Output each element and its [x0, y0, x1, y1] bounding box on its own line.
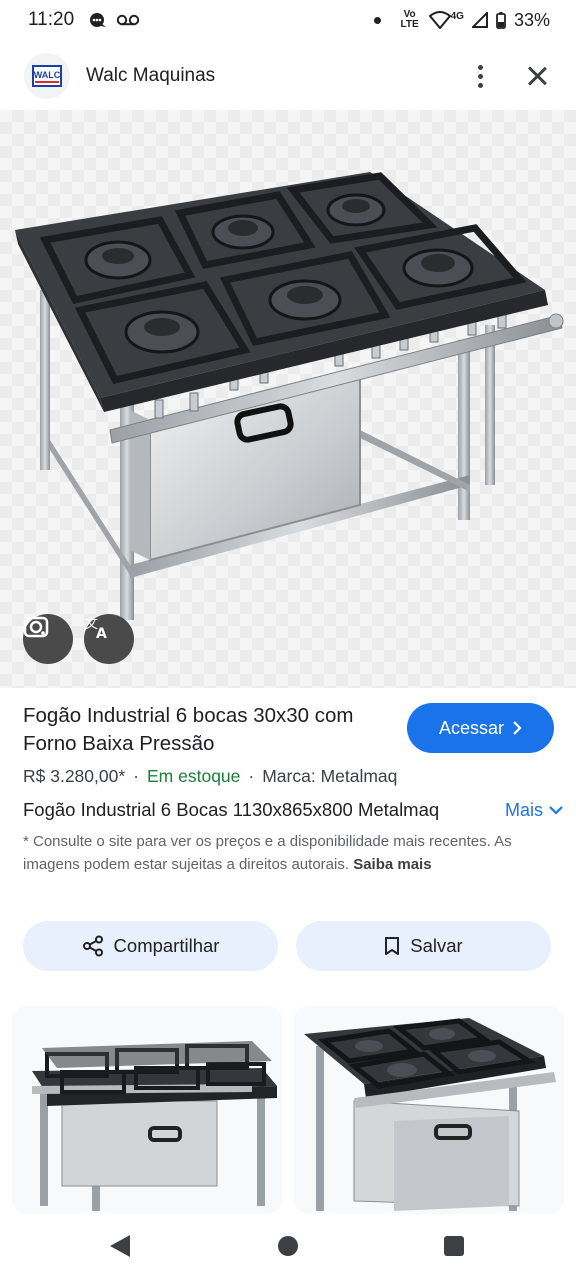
back-icon[interactable]	[110, 1235, 130, 1257]
status-bar: 11:20 Vo LTE 4G 33%	[0, 0, 576, 40]
price: R$ 3.280,00*	[23, 766, 126, 786]
google-lens-button[interactable]	[23, 614, 73, 664]
stock-status: Em estoque	[147, 766, 241, 786]
wifi-icon	[428, 11, 451, 29]
share-icon	[82, 935, 103, 957]
save-label: Salvar	[410, 935, 463, 956]
visit-button[interactable]: Acessar	[407, 703, 554, 753]
more-label: Mais	[504, 799, 543, 820]
home-icon[interactable]	[278, 1236, 298, 1256]
stove-illustration	[15, 172, 564, 620]
product-description: Fogão Industrial 6 Bocas 1130x865x800 Me…	[23, 799, 440, 820]
system-nav-bar	[0, 1214, 576, 1280]
site-logo[interactable]: WALC	[24, 53, 70, 99]
site-name[interactable]: Walc Maquinas	[86, 65, 215, 87]
bookmark-icon	[385, 937, 400, 955]
lens-icon	[23, 616, 49, 638]
product-title[interactable]: Fogão Industrial 6 bocas 30x30 com Forno…	[23, 702, 383, 758]
signal-icon	[471, 12, 488, 28]
translate-button[interactable]: 文A	[84, 614, 134, 664]
save-button[interactable]: Salvar	[296, 921, 551, 971]
network-type: 4G	[450, 10, 464, 22]
chevron-down-icon	[549, 806, 563, 815]
translate-icon: 文A	[85, 617, 107, 640]
site-logo-text: WALC	[33, 69, 61, 80]
learn-more-link[interactable]: Saiba mais	[353, 856, 431, 873]
visit-button-label: Acessar	[438, 717, 505, 738]
more-options-icon[interactable]	[468, 61, 492, 91]
clock: 11:20	[28, 9, 75, 30]
volte-indicator: Vo LTE	[400, 9, 419, 30]
product-meta: R$ 3.280,00* · Em estoque · Marca: Metal…	[23, 766, 398, 786]
chevron-right-icon	[513, 721, 522, 735]
recents-icon[interactable]	[444, 1236, 464, 1256]
related-image-1[interactable]	[12, 1006, 282, 1214]
voicemail-icon	[116, 14, 140, 26]
related-stove-illustration-2	[304, 1018, 556, 1211]
share-button[interactable]: Compartilhar	[23, 921, 278, 971]
brand: Marca: Metalmaq	[262, 766, 398, 786]
battery-percent: 33%	[513, 9, 550, 30]
battery-icon	[496, 11, 506, 29]
related-stove-illustration	[32, 1041, 277, 1211]
product-image[interactable]: 文A	[0, 110, 576, 688]
related-image-2[interactable]	[294, 1006, 564, 1214]
more-button[interactable]: Mais	[505, 800, 563, 821]
disclaimer-text: * Consulte o site para ver os preços e a…	[23, 833, 512, 873]
description-row: Fogão Industrial 6 Bocas 1130x865x800 Me…	[23, 799, 563, 821]
svg-text:A: A	[96, 626, 107, 640]
notification-dot-icon	[373, 16, 381, 24]
close-icon[interactable]	[522, 61, 552, 91]
source-header: WALC Walc Maquinas	[0, 44, 576, 108]
share-label: Compartilhar	[113, 935, 220, 956]
disclaimer: * Consulte o site para ver os preços e a…	[23, 831, 548, 876]
chat-bubble-icon	[90, 13, 107, 27]
